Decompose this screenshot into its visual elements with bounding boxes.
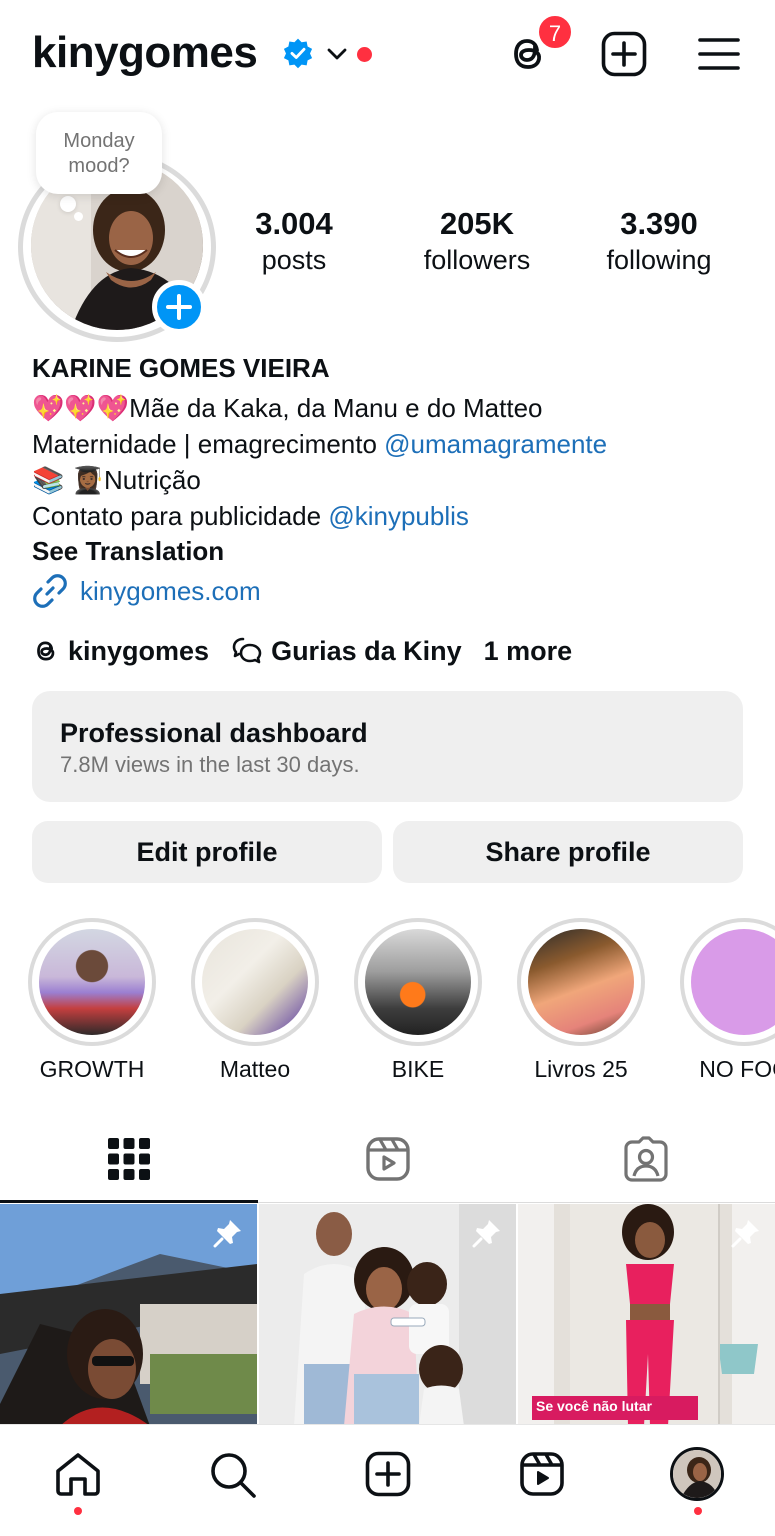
story-highlight[interactable]: Matteo (191, 918, 319, 1083)
profile-username[interactable]: kinygomes (32, 28, 258, 78)
post-thumbnail[interactable] (0, 1204, 257, 1426)
broadcast-channel-icon (232, 637, 262, 664)
story-highlight[interactable]: BIKE (354, 918, 482, 1083)
create-icon[interactable] (365, 1451, 411, 1497)
highlight-cover (365, 929, 471, 1035)
post-thumbnail[interactable] (259, 1204, 516, 1426)
stat-value: 205K (439, 206, 515, 241)
profile-notification-dot (694, 1507, 702, 1515)
bio-line: 💖💖💖Mãe da Kaka, da Manu e do Matteo (32, 393, 543, 423)
profile-chips: kinygomes Gurias da Kiny 1 more (32, 632, 594, 670)
profile-full-name: KARINE GOMES VIEIRA (32, 353, 330, 383)
threads-small-icon (37, 641, 55, 661)
story-highlight[interactable]: GROWTH (28, 918, 156, 1083)
note-bubble-dot (74, 212, 83, 221)
stat-posts[interactable]: 3.004 posts (204, 206, 384, 278)
threads-chip[interactable]: kinygomes (32, 636, 209, 667)
website-text: kinygomes.com (80, 575, 261, 606)
grid-icon (108, 1138, 150, 1180)
story-highlight[interactable]: NO FOC (680, 918, 775, 1083)
highlight-ring (517, 918, 645, 1046)
bio-mention-link[interactable]: @umamagramente (384, 429, 607, 459)
highlight-cover (691, 929, 775, 1035)
verified-badge-icon (282, 37, 314, 69)
account-switcher-chevron-icon[interactable] (326, 46, 348, 62)
reels-icon (366, 1137, 410, 1181)
menu-icon[interactable] (698, 37, 740, 71)
create-post-icon[interactable] (601, 31, 647, 77)
highlight-cover (39, 929, 145, 1035)
threads-chip-label: kinygomes (68, 635, 210, 666)
stat-value: 3.004 (255, 206, 333, 241)
professional-dashboard[interactable]: Professional dashboard 7.8M views in the… (32, 691, 743, 802)
tab-tagged[interactable] (623, 1136, 669, 1182)
pin-icon (213, 1218, 243, 1248)
stat-following[interactable]: 3.390 following (569, 206, 749, 278)
highlight-ring (680, 918, 775, 1046)
highlight-label: Livros 25 (534, 1056, 628, 1082)
highlight-label: Matteo (219, 1056, 291, 1082)
tagged-icon (624, 1136, 668, 1182)
highlight-ring (354, 918, 482, 1046)
more-chip-label: 1 more (483, 635, 573, 666)
channel-chip[interactable]: Gurias da Kiny (231, 636, 462, 667)
home-icon[interactable] (54, 1451, 102, 1497)
bio-line: Contato para publicidade @kinypublis (32, 498, 752, 534)
stat-label: followers (423, 245, 531, 275)
post-thumbnail[interactable]: Se você não lutar (518, 1204, 775, 1426)
bio-line: Maternidade | emagrecimento @umamagramen… (32, 426, 752, 462)
edit-profile-button[interactable]: Edit profile (32, 821, 382, 883)
note-bubble-dot (60, 196, 76, 212)
bio-text: Contato para publicidade (32, 501, 329, 531)
link-icon (33, 574, 67, 608)
stat-followers[interactable]: 205K followers (387, 206, 567, 278)
stat-value: 3.390 (620, 206, 698, 241)
bio-mention-link[interactable]: @kinypublis (328, 501, 469, 531)
account-notification-dot (357, 47, 372, 62)
share-profile-button[interactable]: Share profile (393, 821, 743, 883)
pin-icon (472, 1218, 502, 1248)
channel-chip-label: Gurias da Kiny (271, 635, 462, 666)
profile-note[interactable]: Monday mood? (36, 112, 162, 194)
tab-reels[interactable] (365, 1136, 411, 1182)
post-caption-overlay: Se você não lutar (536, 1398, 652, 1414)
stat-label: following (606, 245, 712, 275)
highlight-cover (528, 929, 634, 1035)
website-link[interactable]: kinygomes.com (32, 573, 261, 609)
see-translation-link[interactable]: See Translation (32, 533, 752, 569)
bio-line: 📚 👩🏾‍🎓Nutrição (32, 465, 201, 495)
bio-text: Maternidade | emagrecimento (32, 429, 385, 459)
profile-nav-avatar[interactable] (670, 1447, 724, 1501)
add-story-button[interactable] (152, 280, 206, 334)
highlight-ring (28, 918, 156, 1046)
reels-nav-icon[interactable] (519, 1451, 565, 1497)
bottom-navigation (0, 1424, 775, 1536)
pin-icon (731, 1218, 761, 1248)
active-tab-indicator (0, 1200, 258, 1203)
highlight-label: NO FOC (699, 1056, 775, 1082)
stat-label: posts (261, 245, 327, 275)
home-notification-dot (74, 1507, 82, 1515)
highlight-ring (191, 918, 319, 1046)
tab-grid[interactable] (108, 1138, 150, 1180)
dashboard-subtitle: 7.8M views in the last 30 days. (60, 752, 360, 777)
highlight-label: BIKE (391, 1056, 445, 1082)
dashboard-title: Professional dashboard (60, 718, 368, 748)
story-highlight[interactable]: Livros 25 (517, 918, 645, 1083)
highlight-label: GROWTH (39, 1056, 145, 1082)
more-chip[interactable]: 1 more (484, 636, 573, 667)
threads-notification-badge: 7 (536, 13, 574, 51)
highlight-cover (202, 929, 308, 1035)
search-icon[interactable] (209, 1451, 257, 1499)
